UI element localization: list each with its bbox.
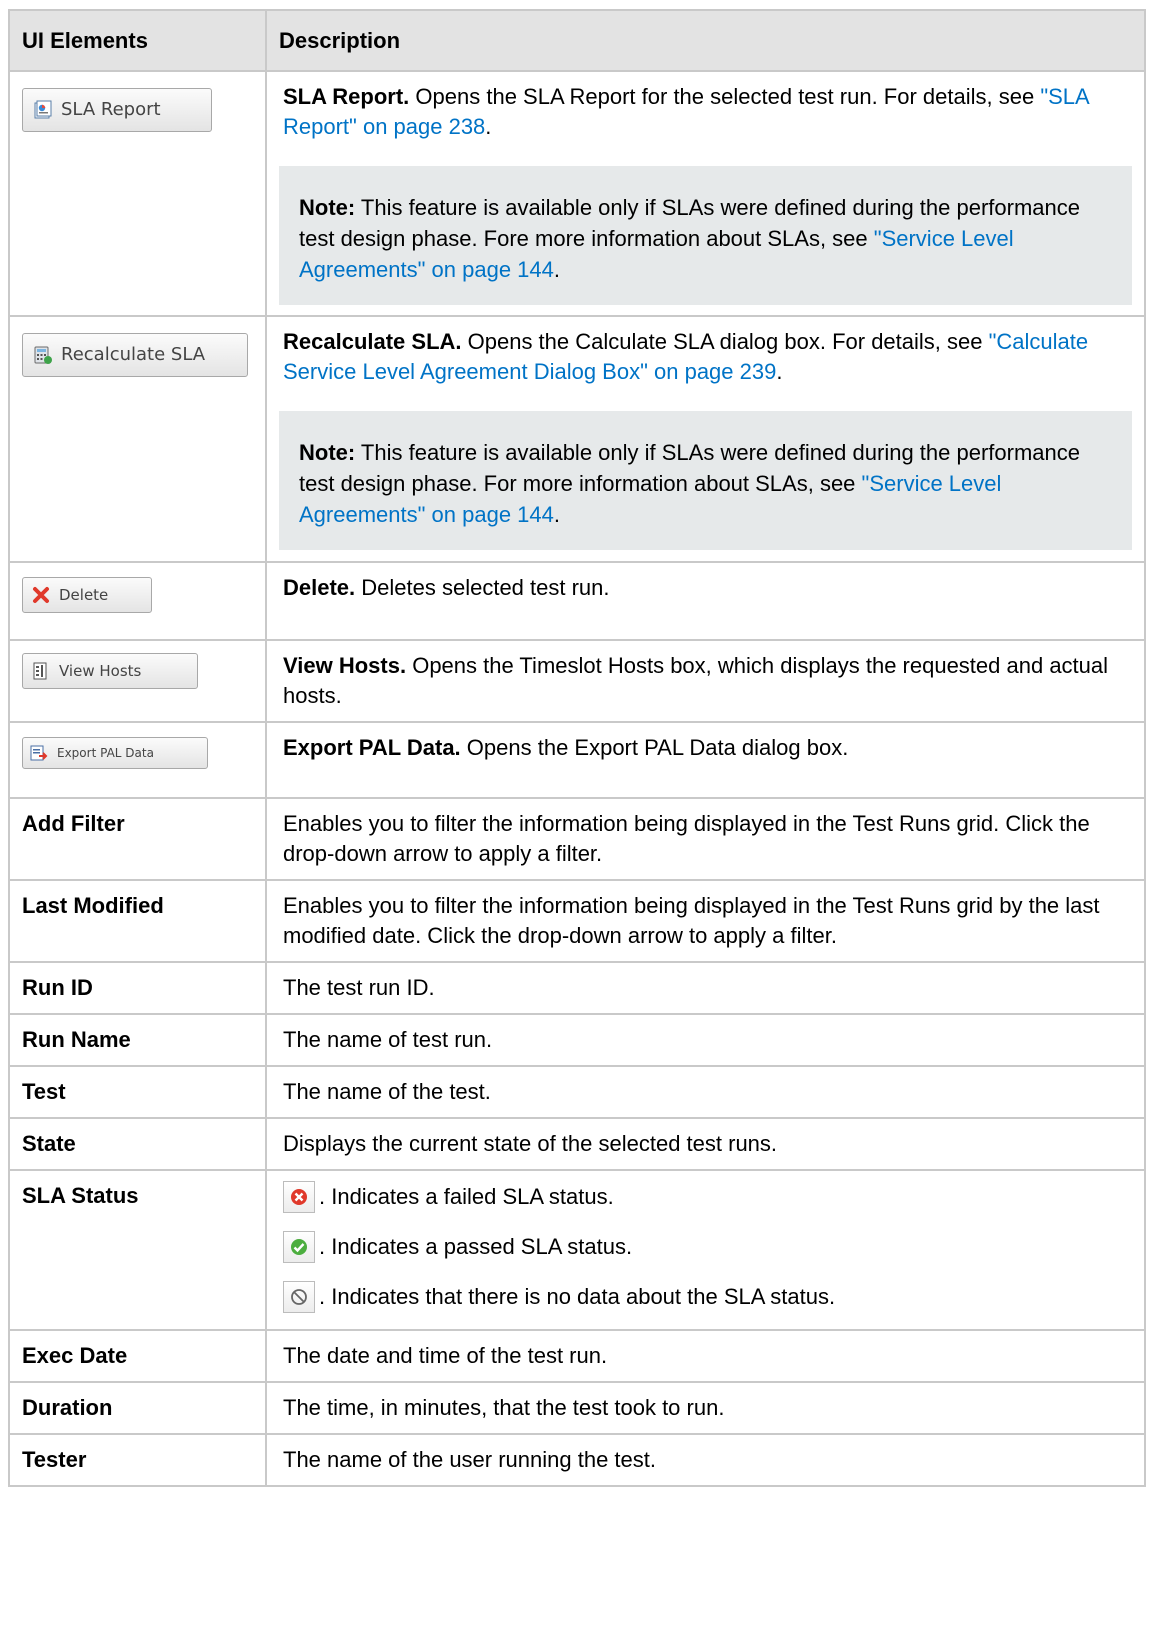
field-label: Last Modified (8, 879, 267, 963)
table-row: Run ID The test run ID. (8, 961, 1146, 1015)
field-description: The name of the user running the test. (265, 1433, 1146, 1487)
recalculate-sla-button[interactable]: Recalculate SLA (22, 333, 248, 377)
table-row: Run Name The name of test run. (8, 1013, 1146, 1067)
status-line: . Indicates that there is no data about … (283, 1281, 1128, 1313)
field-label: State (8, 1117, 267, 1171)
export-pal-data-button-label: Export PAL Data (57, 746, 154, 760)
table-row: Add Filter Enables you to filter the inf… (8, 797, 1146, 881)
note-box: Note: This feature is available only if … (279, 166, 1132, 305)
sla-report-button-label: SLA Report (61, 99, 161, 120)
table-row: State Displays the current state of the … (8, 1117, 1146, 1171)
table-row: Tester The name of the user running the … (8, 1433, 1146, 1487)
header-ui-elements: UI Elements (8, 9, 267, 72)
field-label: Run Name (8, 1013, 267, 1067)
field-description: The date and time of the test run. (265, 1329, 1146, 1383)
view-hosts-button-label: View Hosts (59, 662, 142, 680)
field-label: SLA Status (8, 1169, 267, 1331)
status-line: . Indicates a failed SLA status. (283, 1181, 1128, 1213)
table-row: Last Modified Enables you to filter the … (8, 879, 1146, 963)
field-description: Enables you to filter the information be… (265, 797, 1146, 881)
table-row: Duration The time, in minutes, that the … (8, 1381, 1146, 1435)
view-hosts-button[interactable]: View Hosts (22, 653, 198, 689)
export-icon (29, 743, 49, 763)
table-row: Recalculate SLA Recalculate SLA. Opens t… (8, 315, 1146, 563)
table-row: Export PAL Data Export PAL Data. Opens t… (8, 721, 1146, 799)
table-row: Delete Delete. Deletes selected test run… (8, 561, 1146, 641)
field-label: Add Filter (8, 797, 267, 881)
report-icon (33, 100, 53, 120)
delete-button[interactable]: Delete (22, 577, 152, 613)
passed-status-icon (283, 1231, 315, 1263)
field-label: Run ID (8, 961, 267, 1015)
note-box: Note: This feature is available only if … (279, 411, 1132, 550)
status-line: . Indicates a passed SLA status. (283, 1231, 1128, 1263)
header-description: Description (265, 9, 1146, 72)
table-row: Exec Date The date and time of the test … (8, 1329, 1146, 1383)
field-description: Displays the current state of the select… (265, 1117, 1146, 1171)
table-row: Test The name of the test. (8, 1065, 1146, 1119)
field-description: The time, in minutes, that the test took… (265, 1381, 1146, 1435)
field-description: Enables you to filter the information be… (265, 879, 1146, 963)
field-label: Tester (8, 1433, 267, 1487)
table-header-row: UI Elements Description (8, 9, 1146, 72)
ui-elements-table: UI Elements Description SLA Report SLA R… (8, 9, 1146, 1487)
recalculate-sla-button-label: Recalculate SLA (61, 344, 206, 365)
table-row: SLA Report SLA Report. Opens the SLA Rep… (8, 70, 1146, 317)
field-label: Test (8, 1065, 267, 1119)
field-label: Duration (8, 1381, 267, 1435)
recalculate-sla-description: Recalculate SLA. Opens the Calculate SLA… (283, 329, 1089, 384)
field-label: Exec Date (8, 1329, 267, 1383)
table-row: View Hosts View Hosts. Opens the Timeslo… (8, 639, 1146, 723)
field-description: The name of the test. (265, 1065, 1146, 1119)
calculator-icon (33, 345, 53, 365)
field-description: The name of test run. (265, 1013, 1146, 1067)
delete-x-icon (31, 585, 51, 605)
delete-button-label: Delete (59, 586, 109, 604)
no-data-status-icon (283, 1281, 315, 1313)
table-row: SLA Status . Indicates a failed SLA stat… (8, 1169, 1146, 1331)
hosts-list-icon (31, 661, 51, 681)
field-description: The test run ID. (265, 961, 1146, 1015)
sla-report-description: SLA Report. Opens the SLA Report for the… (283, 84, 1089, 139)
failed-status-icon (283, 1181, 315, 1213)
sla-report-button[interactable]: SLA Report (22, 88, 212, 132)
export-pal-data-button[interactable]: Export PAL Data (22, 737, 208, 769)
